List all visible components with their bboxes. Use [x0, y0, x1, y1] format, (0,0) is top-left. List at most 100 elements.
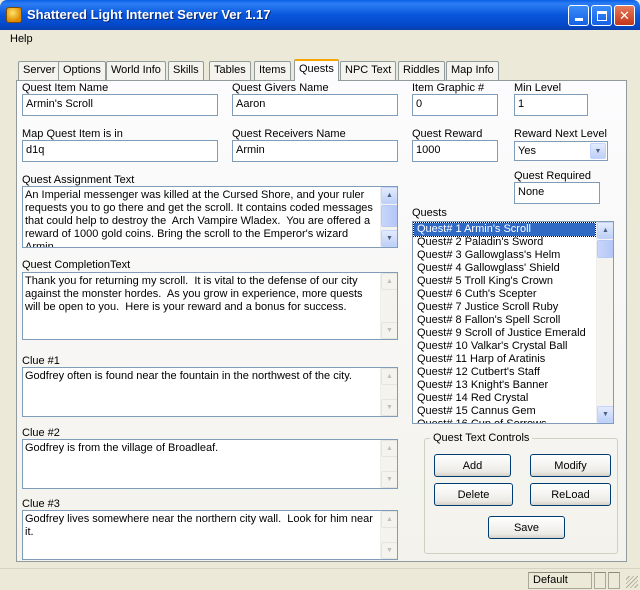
chevron-down-icon[interactable]: ▼ [590, 143, 606, 159]
maximize-button[interactable] [591, 5, 612, 26]
list-item[interactable]: Quest# 4 Gallowglass' Shield [414, 262, 595, 275]
clue1-scrollbar[interactable]: ▲ ▼ [380, 368, 397, 416]
completion-scrollbar[interactable]: ▲ ▼ [380, 273, 397, 339]
tab-server[interactable]: Server [18, 61, 61, 80]
status-bar: Default [0, 568, 640, 590]
save-button[interactable]: Save [488, 516, 565, 539]
clue3-label: Clue #3 [22, 498, 60, 510]
scroll-down-icon[interactable]: ▼ [381, 399, 397, 416]
scroll-down-icon[interactable]: ▼ [381, 230, 397, 247]
minimize-button[interactable] [568, 5, 589, 26]
list-item[interactable]: Quest# 13 Knight's Banner [414, 379, 595, 392]
list-item[interactable]: Quest# 9 Scroll of Justice Emerald [414, 327, 595, 340]
assignment-scrollbar[interactable]: ▲ ▼ [380, 187, 397, 247]
tab-riddles[interactable]: Riddles [398, 61, 445, 80]
list-item[interactable]: Quest# 7 Justice Scroll Ruby [414, 301, 595, 314]
status-panel-default: Default [528, 572, 592, 589]
status-panel-empty-2 [608, 572, 620, 589]
close-icon: ✕ [619, 8, 630, 23]
clue2-memo[interactable]: Godfrey is from the village of Broadleaf… [22, 439, 398, 489]
tab-quests[interactable]: Quests [294, 59, 339, 81]
delete-button[interactable]: Delete [434, 483, 513, 506]
list-item[interactable]: Quest# 1 Armin's Scroll [413, 222, 596, 237]
quests-list-label: Quests [412, 207, 447, 219]
app-icon [6, 7, 22, 23]
clue3-memo[interactable]: Godfrey lives somewhere near the norther… [22, 510, 398, 560]
scroll-up-icon[interactable]: ▲ [381, 368, 397, 385]
list-item[interactable]: Quest# 3 Gallowglass's Helm [414, 249, 595, 262]
tab-skills[interactable]: Skills [168, 61, 204, 80]
reward-next-level-select[interactable]: Yes ▼ [514, 141, 608, 161]
quest-item-name-field[interactable]: Armin's Scroll [22, 94, 218, 116]
list-item[interactable]: Quest# 11 Harp of Aratinis [414, 353, 595, 366]
menu-help-label: Help [10, 33, 33, 45]
list-item[interactable]: Quest# 5 Troll King's Crown [414, 275, 595, 288]
clue2-label: Clue #2 [22, 427, 60, 439]
quest-reward-value: 1000 [416, 144, 441, 156]
map-quest-item-label: Map Quest Item is in [22, 128, 123, 140]
tab-options[interactable]: Options [58, 61, 106, 80]
quest-givers-name-field[interactable]: Aaron [232, 94, 398, 116]
window-title: Shattered Light Internet Server Ver 1.17 [27, 7, 271, 22]
scroll-up-icon[interactable]: ▲ [381, 511, 397, 528]
reload-button[interactable]: ReLoad [530, 483, 611, 506]
resize-grip-icon[interactable] [626, 576, 638, 588]
quest-reward-field[interactable]: 1000 [412, 140, 498, 162]
scroll-thumb[interactable] [597, 240, 613, 258]
tab-tables[interactable]: Tables [209, 61, 251, 80]
completion-text-label: Quest CompletionText [22, 259, 131, 271]
close-button[interactable]: ✕ [614, 5, 635, 26]
maximize-icon [596, 10, 607, 21]
min-level-value: 1 [518, 98, 525, 110]
quests-scrollbar[interactable]: ▲ ▼ [596, 222, 613, 423]
list-item[interactable]: Quest# 12 Cutbert's Staff [414, 366, 595, 379]
scroll-up-icon[interactable]: ▲ [381, 440, 397, 457]
list-item[interactable]: Quest# 15 Cannus Gem [414, 405, 595, 418]
menu-bar: Help [0, 30, 640, 50]
completion-text-memo[interactable]: Thank you for returning my scroll. It is… [22, 272, 398, 340]
list-item[interactable]: Quest# 8 Fallon's Spell Scroll [414, 314, 595, 327]
tab-npc-text[interactable]: NPC Text [340, 61, 397, 80]
tab-map-info[interactable]: Map Info [446, 61, 499, 80]
quest-givers-name-label: Quest Givers Name [232, 82, 329, 94]
clue1-memo[interactable]: Godfrey often is found near the fountain… [22, 367, 398, 417]
map-quest-item-value: d1q [26, 144, 45, 156]
scroll-up-icon[interactable]: ▲ [381, 273, 397, 290]
quest-item-name-label: Quest Item Name [22, 82, 109, 94]
quest-required-field[interactable]: None [514, 182, 600, 204]
minimize-icon [574, 18, 583, 21]
clue2-content: Godfrey is from the village of Broadleaf… [25, 442, 219, 454]
quest-receivers-name-field[interactable]: Armin [232, 140, 398, 162]
assignment-text-memo[interactable]: An Imperial messenger was killed at the … [22, 186, 398, 248]
list-item[interactable]: Quest# 10 Valkar's Crystal Ball [414, 340, 595, 353]
quests-listbox[interactable]: Quest# 1 Armin's Scroll Quest# 2 Paladin'… [412, 221, 614, 424]
list-item[interactable]: Quest# 14 Red Crystal [414, 392, 595, 405]
add-button[interactable]: Add [434, 454, 511, 477]
assignment-text-label: Quest Assignment Text [22, 174, 135, 186]
scroll-down-icon[interactable]: ▼ [597, 406, 613, 423]
min-level-field[interactable]: 1 [514, 94, 588, 116]
scroll-down-icon[interactable]: ▼ [381, 322, 397, 339]
completion-text-content: Thank you for returning my scroll. It is… [25, 275, 366, 313]
list-item[interactable]: Quest# 16 Cup of Sorrows [414, 418, 595, 423]
list-item[interactable]: Quest# 6 Cuth's Scepter [414, 288, 595, 301]
title-bar[interactable]: Shattered Light Internet Server Ver 1.17… [0, 0, 640, 30]
quest-givers-name-value: Aaron [236, 98, 266, 110]
scroll-thumb[interactable] [381, 205, 397, 227]
quest-receivers-name-value: Armin [236, 144, 265, 156]
tab-world-info[interactable]: World Info [106, 61, 166, 80]
map-quest-item-field[interactable]: d1q [22, 140, 218, 162]
menu-help[interactable]: Help [10, 33, 33, 45]
modify-button[interactable]: Modify [530, 454, 611, 477]
clue2-scrollbar[interactable]: ▲ ▼ [380, 440, 397, 488]
list-item[interactable]: Quest# 2 Paladin's Sword [414, 236, 595, 249]
tab-items[interactable]: Items [254, 61, 291, 80]
quest-required-value: None [518, 186, 545, 198]
scroll-down-icon[interactable]: ▼ [381, 542, 397, 559]
clue3-scrollbar[interactable]: ▲ ▼ [380, 511, 397, 559]
scroll-up-icon[interactable]: ▲ [597, 222, 613, 239]
scroll-up-icon[interactable]: ▲ [381, 187, 397, 204]
scroll-down-icon[interactable]: ▼ [381, 471, 397, 488]
item-graphic-field[interactable]: 0 [412, 94, 498, 116]
clue1-label: Clue #1 [22, 355, 60, 367]
